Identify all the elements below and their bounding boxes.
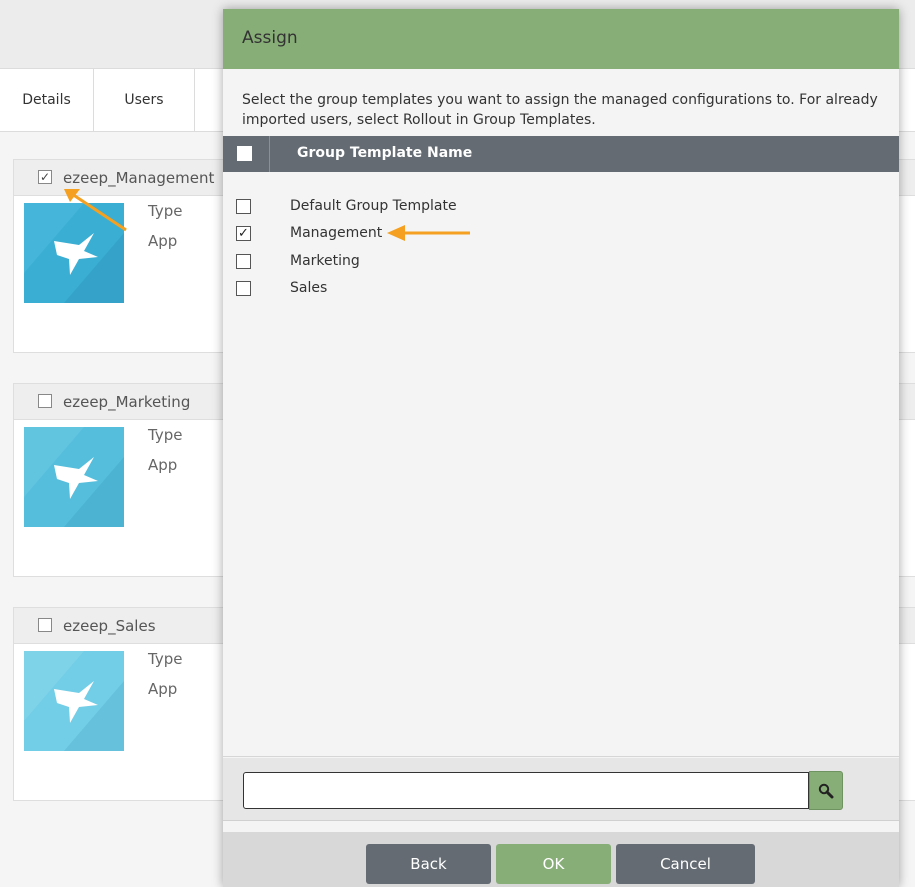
row-label: Sales	[290, 280, 328, 296]
card-checkbox[interactable]	[38, 618, 52, 632]
card-title: ezeep_Sales	[63, 617, 156, 635]
card-app-label: App	[148, 680, 178, 698]
column-divider	[269, 136, 270, 172]
tab-users[interactable]: Users	[94, 69, 195, 131]
hummingbird-logo-icon	[24, 203, 124, 303]
dialog-footer: Back OK Cancel	[223, 832, 899, 887]
hummingbird-logo-icon	[24, 651, 124, 751]
row-label: Default Group Template	[290, 198, 457, 214]
row-checkbox[interactable]	[236, 199, 251, 214]
card-type-label: Type	[148, 650, 183, 668]
row-checkbox[interactable]	[236, 281, 251, 296]
cancel-button[interactable]: Cancel	[616, 844, 755, 884]
tab-details[interactable]: Details	[0, 69, 94, 131]
checkmark-icon: ✓	[39, 170, 51, 184]
group-template-list: Default Group Template ✓ Management Mark…	[223, 172, 899, 757]
card-type-label: Type	[148, 426, 183, 444]
grid-header: Group Template Name	[223, 136, 899, 172]
dialog-description: Select the group templates you want to a…	[242, 92, 878, 128]
hummingbird-logo-icon	[24, 427, 124, 527]
card-checkbox[interactable]	[38, 394, 52, 408]
assign-dialog: Assign Select the group templates you wa…	[223, 9, 899, 887]
row-checkbox[interactable]	[236, 254, 251, 269]
list-item[interactable]: Default Group Template	[223, 193, 899, 219]
card-title: ezeep_Marketing	[63, 393, 191, 411]
column-header-group-template-name[interactable]: Group Template Name	[297, 145, 472, 161]
checkmark-icon: ✓	[238, 226, 249, 241]
list-item[interactable]: ✓ Management	[223, 220, 899, 246]
card-title: ezeep_Management	[63, 169, 215, 187]
card-type-label: Type	[148, 202, 183, 220]
card-app-label: App	[148, 232, 178, 250]
back-button[interactable]: Back	[366, 844, 491, 884]
list-item[interactable]: Sales	[223, 275, 899, 301]
row-label: Marketing	[290, 253, 360, 269]
row-checkbox[interactable]: ✓	[236, 226, 251, 241]
search-button[interactable]	[809, 771, 843, 810]
select-all-checkbox[interactable]	[237, 146, 252, 161]
card-app-label: App	[148, 456, 178, 474]
list-item[interactable]: Marketing	[223, 248, 899, 274]
card-checkbox[interactable]: ✓	[38, 170, 52, 184]
search-input[interactable]	[243, 772, 809, 809]
tab-details-label: Details	[22, 92, 71, 108]
tab-users-label: Users	[124, 92, 164, 108]
search-bar	[223, 758, 899, 821]
dialog-header: Assign	[223, 9, 899, 69]
row-label: Management	[290, 225, 383, 241]
search-icon	[818, 783, 834, 798]
dialog-title: Assign	[242, 28, 298, 48]
ok-button[interactable]: OK	[496, 844, 611, 884]
